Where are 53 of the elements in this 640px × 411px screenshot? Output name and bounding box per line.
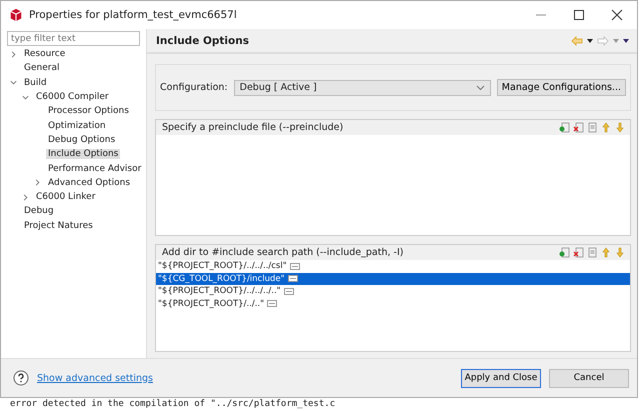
- tree-item[interactable]: C6000 Compiler: [34, 92, 111, 102]
- move-down-icon[interactable]: [615, 247, 626, 258]
- tree-item[interactable]: Resource: [22, 49, 68, 60]
- variable-icon: [288, 275, 298, 282]
- add-icon[interactable]: [559, 122, 570, 133]
- console-text: error detected in the compilation of "../src/platform_test.c: [10, 399, 336, 409]
- window-title: Properties for platform_test_evmc6657l: [29, 9, 237, 21]
- list-item[interactable]: "${PROJECT_ROOT}/../..": [156, 298, 630, 310]
- tree-item[interactable]: General: [22, 63, 62, 74]
- list-item[interactable]: "${CG_TOOL_ROOT}/include": [156, 272, 630, 285]
- configuration-label: Configuration:: [160, 82, 228, 93]
- chevron-right-icon[interactable]: [33, 178, 42, 188]
- filter-field[interactable]: type filter text: [7, 31, 140, 46]
- variable-icon: [290, 262, 300, 270]
- apply-and-close-button[interactable]: Apply and Close: [461, 368, 541, 388]
- tree-item[interactable]: Performance Advisor: [46, 164, 144, 174]
- move-up-icon[interactable]: [601, 122, 612, 133]
- list-item[interactable]: "${PROJECT_ROOT}/../../../..": [156, 285, 630, 298]
- chevron-right-icon[interactable]: [21, 192, 30, 202]
- list-item[interactable]: "${PROJECT_ROOT}/../../../csl": [156, 260, 630, 272]
- delete-icon[interactable]: [573, 122, 584, 133]
- tree-item[interactable]: Debug Options: [46, 134, 118, 145]
- help-icon[interactable]: [13, 370, 29, 386]
- tree-item[interactable]: Debug: [22, 206, 56, 216]
- tree-item[interactable]: Optimization: [46, 120, 108, 131]
- edit-icon[interactable]: [587, 122, 598, 133]
- move-up-icon[interactable]: [601, 247, 612, 258]
- app-icon: [9, 8, 23, 22]
- tree-item[interactable]: Processor Options: [46, 106, 131, 116]
- close-icon[interactable]: [611, 9, 623, 21]
- manage-configurations-button[interactable]: Manage Configurations...: [496, 79, 626, 96]
- cancel-button[interactable]: Cancel: [549, 368, 629, 388]
- tree-item[interactable]: Include Options: [46, 149, 120, 160]
- tree-item[interactable]: Advanced Options: [46, 178, 132, 188]
- tree-item[interactable]: C6000 Linker: [34, 192, 98, 202]
- tree-item[interactable]: Project Natures: [22, 220, 95, 231]
- maximize-icon[interactable]: [573, 9, 585, 21]
- delete-icon[interactable]: [573, 247, 584, 258]
- view-menu-icon[interactable]: [623, 38, 629, 42]
- configuration-dropdown[interactable]: Debug [ Active ]: [234, 80, 491, 96]
- chevron-right-icon[interactable]: [9, 50, 18, 59]
- edit-icon[interactable]: [587, 247, 598, 258]
- variable-icon: [267, 300, 278, 308]
- page-title: Include Options: [156, 34, 249, 46]
- tree-item[interactable]: Build: [22, 78, 49, 88]
- variable-icon: [284, 288, 294, 295]
- show-advanced-settings-link[interactable]: Show advanced settings: [37, 372, 153, 384]
- dropdown-arrow-icon[interactable]: [587, 38, 593, 42]
- move-down-icon[interactable]: [615, 122, 626, 133]
- list-title: Add dir to #include search path (--include_path, -I): [162, 247, 404, 258]
- chevron-down-icon: [476, 84, 485, 90]
- list-title: Specify a preinclude file (--preinclude): [162, 122, 344, 133]
- add-icon[interactable]: [559, 247, 570, 258]
